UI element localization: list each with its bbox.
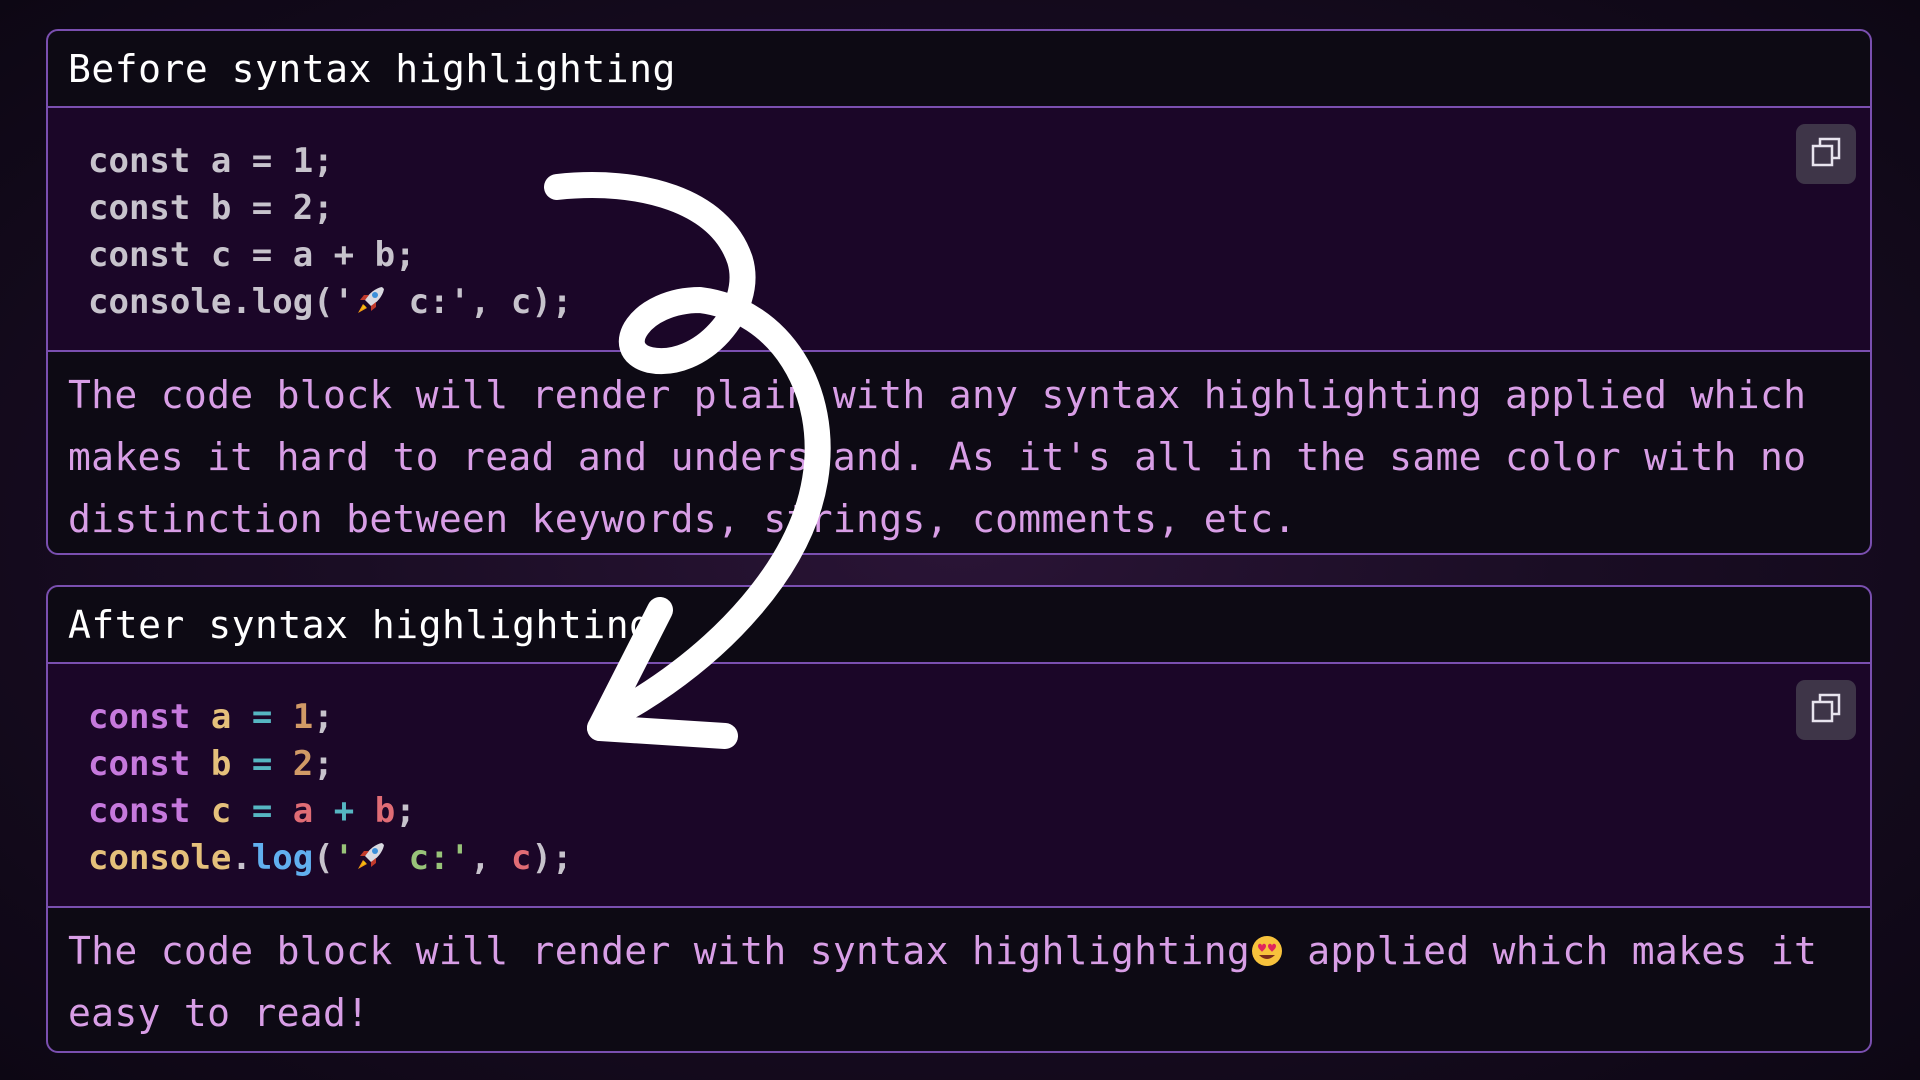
keyword-token: const (88, 697, 191, 737)
after-description-text: The code block will render with syntax h… (68, 929, 1251, 973)
punctuation-token: ; (313, 744, 334, 784)
copy-button[interactable] (1796, 680, 1856, 740)
copy-icon (1810, 136, 1842, 172)
code-text: c:', c); (388, 282, 573, 322)
before-title: Before syntax highlighting (68, 47, 676, 91)
before-description: The code block will render plain with an… (68, 373, 1807, 541)
punctuation-token: , (470, 838, 512, 878)
operator-token: = (251, 791, 273, 831)
after-description: The code block will render with syntax h… (48, 908, 1870, 1044)
variable-token: b (210, 744, 232, 784)
after-panel: After syntax highlighting const a = 1; c… (46, 585, 1872, 1053)
code-line: const b = 2; (88, 741, 1830, 788)
keyword-token: const (88, 791, 191, 831)
copy-button[interactable] (1796, 124, 1856, 184)
reference-token: c (511, 838, 532, 878)
after-title: After syntax highlighting (68, 603, 653, 647)
variable-token: a (210, 697, 232, 737)
code-line: console.log(' c:', c); (88, 835, 1830, 882)
operator-token: = (251, 744, 273, 784)
code-line: console.log(' c:', c); (88, 279, 1830, 326)
code-text: console.log(' (88, 282, 355, 322)
object-token: console (88, 838, 232, 878)
punctuation-token: ); (531, 838, 573, 878)
after-code-block: const a = 1; const b = 2; const c = a + … (48, 662, 1870, 908)
before-code-block: const a = 1; const b = 2; const c = a + … (48, 106, 1870, 352)
rocket-emoji-icon (354, 839, 388, 873)
operator-token: = (251, 697, 273, 737)
string-token: c:' (388, 838, 471, 878)
punctuation-token: ( (313, 838, 334, 878)
rocket-emoji-icon (354, 283, 388, 317)
keyword-token: const (88, 744, 191, 784)
code-line: const a = 1; (88, 694, 1830, 741)
operator-token: + (333, 791, 355, 831)
punctuation-token: . (231, 838, 252, 878)
code-line: const c = a + b; (88, 235, 416, 275)
code-line: const b = 2; (88, 188, 334, 228)
variable-token: c (210, 791, 232, 831)
punctuation-token: ; (395, 791, 416, 831)
before-panel: Before syntax highlighting const a = 1; … (46, 29, 1872, 555)
code-line: const a = 1; (88, 141, 334, 181)
function-token: log (251, 838, 314, 878)
number-token: 2 (292, 744, 314, 784)
code-line: const c = a + b; (88, 788, 1830, 835)
reference-token: b (374, 791, 396, 831)
punctuation-token: ; (313, 697, 334, 737)
number-token: 1 (292, 697, 314, 737)
reference-token: a (292, 791, 314, 831)
string-token: ' (333, 838, 355, 878)
copy-icon (1810, 692, 1842, 728)
heart-eyes-emoji-icon (1250, 924, 1284, 966)
